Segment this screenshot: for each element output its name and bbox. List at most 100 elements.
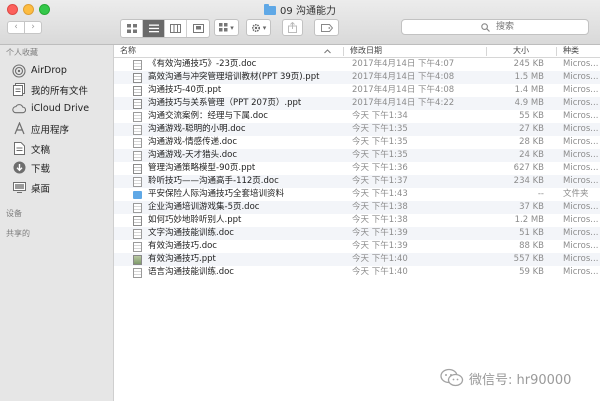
file-size: 234 KB (513, 176, 544, 186)
column-header-name[interactable]: 名称 (120, 45, 136, 57)
table-row[interactable]: 如何巧妙地聆听别人.ppt 今天 下午1:38 1.2 MB Micros... (114, 214, 600, 227)
downloads-icon (12, 161, 26, 175)
icloud-icon (12, 102, 26, 116)
coverflow-view-button[interactable] (187, 20, 209, 37)
table-row[interactable]: 沟通游戏-天才猎头.doc 今天 下午1:35 24 KB Micros... (114, 149, 600, 162)
file-kind: Micros... (563, 85, 599, 95)
file-name: 如何巧妙地聆听别人.ppt (148, 215, 242, 225)
file-name: 管理沟通策略模型-90页.ppt (148, 163, 256, 173)
table-row[interactable]: 平安保险人际沟通技巧全套培训资料 今天 下午1:43 -- 文件夹 (114, 188, 600, 201)
table-row[interactable]: 《有效沟通技巧》-23页.doc 2017年4月14日 下午4:07 245 KB M… (114, 58, 600, 71)
table-row[interactable]: 高效沟通与冲突管理培训教材(PPT 39页).ppt 2017年4月14日 下午4… (114, 71, 600, 84)
sidebar: 个人收藏 AirDrop 我的所有文件 iCloud Drive 应用程序 文稿… (0, 45, 114, 401)
column-view-button[interactable] (165, 20, 187, 37)
presentation-file-icon (133, 86, 142, 96)
file-size: 28 KB (519, 137, 544, 147)
file-date: 今天 下午1:40 (352, 254, 408, 264)
action-button[interactable]: ▾ (246, 19, 271, 36)
word-document-icon (133, 268, 142, 278)
table-row[interactable]: 文字沟通技能训练.doc 今天 下午1:39 51 KB Micros... (114, 227, 600, 240)
sort-chevron-icon (324, 49, 331, 54)
sidebar-item-label: 我的所有文件 (31, 85, 89, 97)
table-row[interactable]: 语言沟通技能训练.doc 今天 下午1:40 59 KB Micros... (114, 266, 600, 279)
file-name: 有效沟通技巧.ppt (148, 254, 216, 264)
icon-view-button[interactable] (121, 20, 143, 37)
column-headers: 名称 修改日期 大小 种类 (114, 45, 600, 58)
file-date: 今天 下午1:35 (352, 124, 408, 134)
table-row[interactable]: 沟通交流案例：经理与下属.doc 今天 下午1:34 55 KB Micros... (114, 110, 600, 123)
file-size: 557 KB (513, 254, 544, 264)
file-kind: Micros... (563, 124, 599, 134)
search-input[interactable] (496, 21, 576, 33)
table-row[interactable]: 沟通游戏-聪明的小明.doc 今天 下午1:35 27 KB Micros... (114, 123, 600, 136)
sidebar-item-all-files[interactable]: 我的所有文件 (0, 81, 114, 98)
file-date: 今天 下午1:39 (352, 241, 408, 251)
word-document-icon (133, 242, 142, 252)
file-size: 627 KB (513, 163, 544, 173)
tags-button[interactable] (314, 19, 339, 36)
table-row[interactable]: 企业沟通培训游戏集-5页.doc 今天 下午1:38 37 KB Micros... (114, 201, 600, 214)
sidebar-item-applications[interactable]: 应用程序 (0, 120, 114, 137)
table-row[interactable]: 管理沟通策略模型-90页.ppt 今天 下午1:36 627 KB Micros... (114, 162, 600, 175)
watermark: 微信号: hr90000 (440, 365, 571, 391)
wechat-logo-icon (440, 368, 464, 387)
file-size: -- (537, 189, 544, 199)
column-header-kind[interactable]: 种类 (563, 45, 579, 57)
coverflow-view-icon (192, 24, 204, 33)
file-kind: Micros... (563, 163, 599, 173)
file-size: 51 KB (519, 228, 544, 238)
file-kind: Micros... (563, 241, 599, 251)
sidebar-item-label: 应用程序 (31, 124, 70, 136)
search-field[interactable] (401, 19, 589, 35)
file-rows: 《有效沟通技巧》-23页.doc 2017年4月14日 下午4:07 245 KB M… (114, 58, 600, 279)
file-size: 37 KB (519, 202, 544, 212)
word-document-icon (133, 60, 142, 70)
sidebar-item-airdrop[interactable]: AirDrop (0, 62, 114, 79)
table-row[interactable]: 沟通技巧-40页.ppt 2017年4月14日 下午4:08 1.4 MB Micro… (114, 84, 600, 97)
file-date: 今天 下午1:38 (352, 202, 408, 212)
file-kind: Micros... (563, 267, 599, 277)
word-document-icon (133, 138, 142, 148)
file-name: 聆听技巧——沟通高手-112页.doc (148, 176, 279, 186)
sidebar-item-label: 下载 (31, 163, 51, 175)
table-row[interactable]: 有效沟通技巧.doc 今天 下午1:39 88 KB Micros... (114, 240, 600, 253)
gear-icon (251, 23, 260, 32)
file-date: 今天 下午1:36 (352, 163, 408, 173)
file-name: 《有效沟通技巧》-23页.doc (148, 59, 257, 69)
share-button[interactable] (282, 19, 303, 36)
sidebar-heading-favorites: 个人收藏 (6, 48, 38, 57)
sidebar-item-label: 文稿 (31, 144, 51, 156)
forward-button[interactable]: › (24, 21, 42, 34)
file-date: 今天 下午1:34 (352, 111, 408, 121)
sidebar-item-downloads[interactable]: 下载 (0, 159, 114, 176)
word-document-icon (133, 112, 142, 122)
file-date: 今天 下午1:38 (352, 215, 408, 225)
word-document-icon (133, 203, 142, 213)
table-row[interactable]: 沟通技巧与关系管理（PPT 207页）.ppt 2017年4月14日 下午4:22… (114, 97, 600, 110)
back-button[interactable]: ‹ (7, 21, 25, 34)
column-header-date[interactable]: 修改日期 (350, 45, 382, 57)
table-row[interactable]: 聆听技巧——沟通高手-112页.doc 今天 下午1:37 234 KB Micros… (114, 175, 600, 188)
file-date: 2017年4月14日 下午4:08 (352, 72, 455, 82)
file-kind: 文件夹 (563, 189, 589, 199)
table-row[interactable]: 沟通游戏-情感传递.doc 今天 下午1:35 28 KB Micros... (114, 136, 600, 149)
file-size: 88 KB (519, 241, 544, 251)
airdrop-icon (12, 63, 26, 78)
file-kind: Micros... (563, 72, 599, 82)
sidebar-item-desktop[interactable]: 桌面 (0, 179, 114, 196)
column-header-size[interactable]: 大小 (513, 45, 529, 57)
arrange-button[interactable]: ▾ (214, 19, 239, 36)
file-kind: Micros... (563, 176, 599, 186)
file-kind: Micros... (563, 254, 599, 264)
file-size: 59 KB (519, 267, 544, 277)
file-date: 今天 下午1:43 (352, 189, 408, 199)
file-date: 2017年4月14日 下午4:08 (352, 85, 455, 95)
list-view-button[interactable] (143, 20, 165, 37)
file-size: 1.5 MB (514, 72, 544, 82)
table-row[interactable]: 有效沟通技巧.ppt 今天 下午1:40 557 KB Micros... (114, 253, 600, 266)
sidebar-item-documents[interactable]: 文稿 (0, 140, 114, 157)
sidebar-item-icloud-drive[interactable]: iCloud Drive (0, 100, 114, 117)
word-document-icon (133, 125, 142, 135)
chevron-down-icon: ▾ (230, 23, 234, 32)
file-name: 企业沟通培训游戏集-5页.doc (148, 202, 260, 212)
